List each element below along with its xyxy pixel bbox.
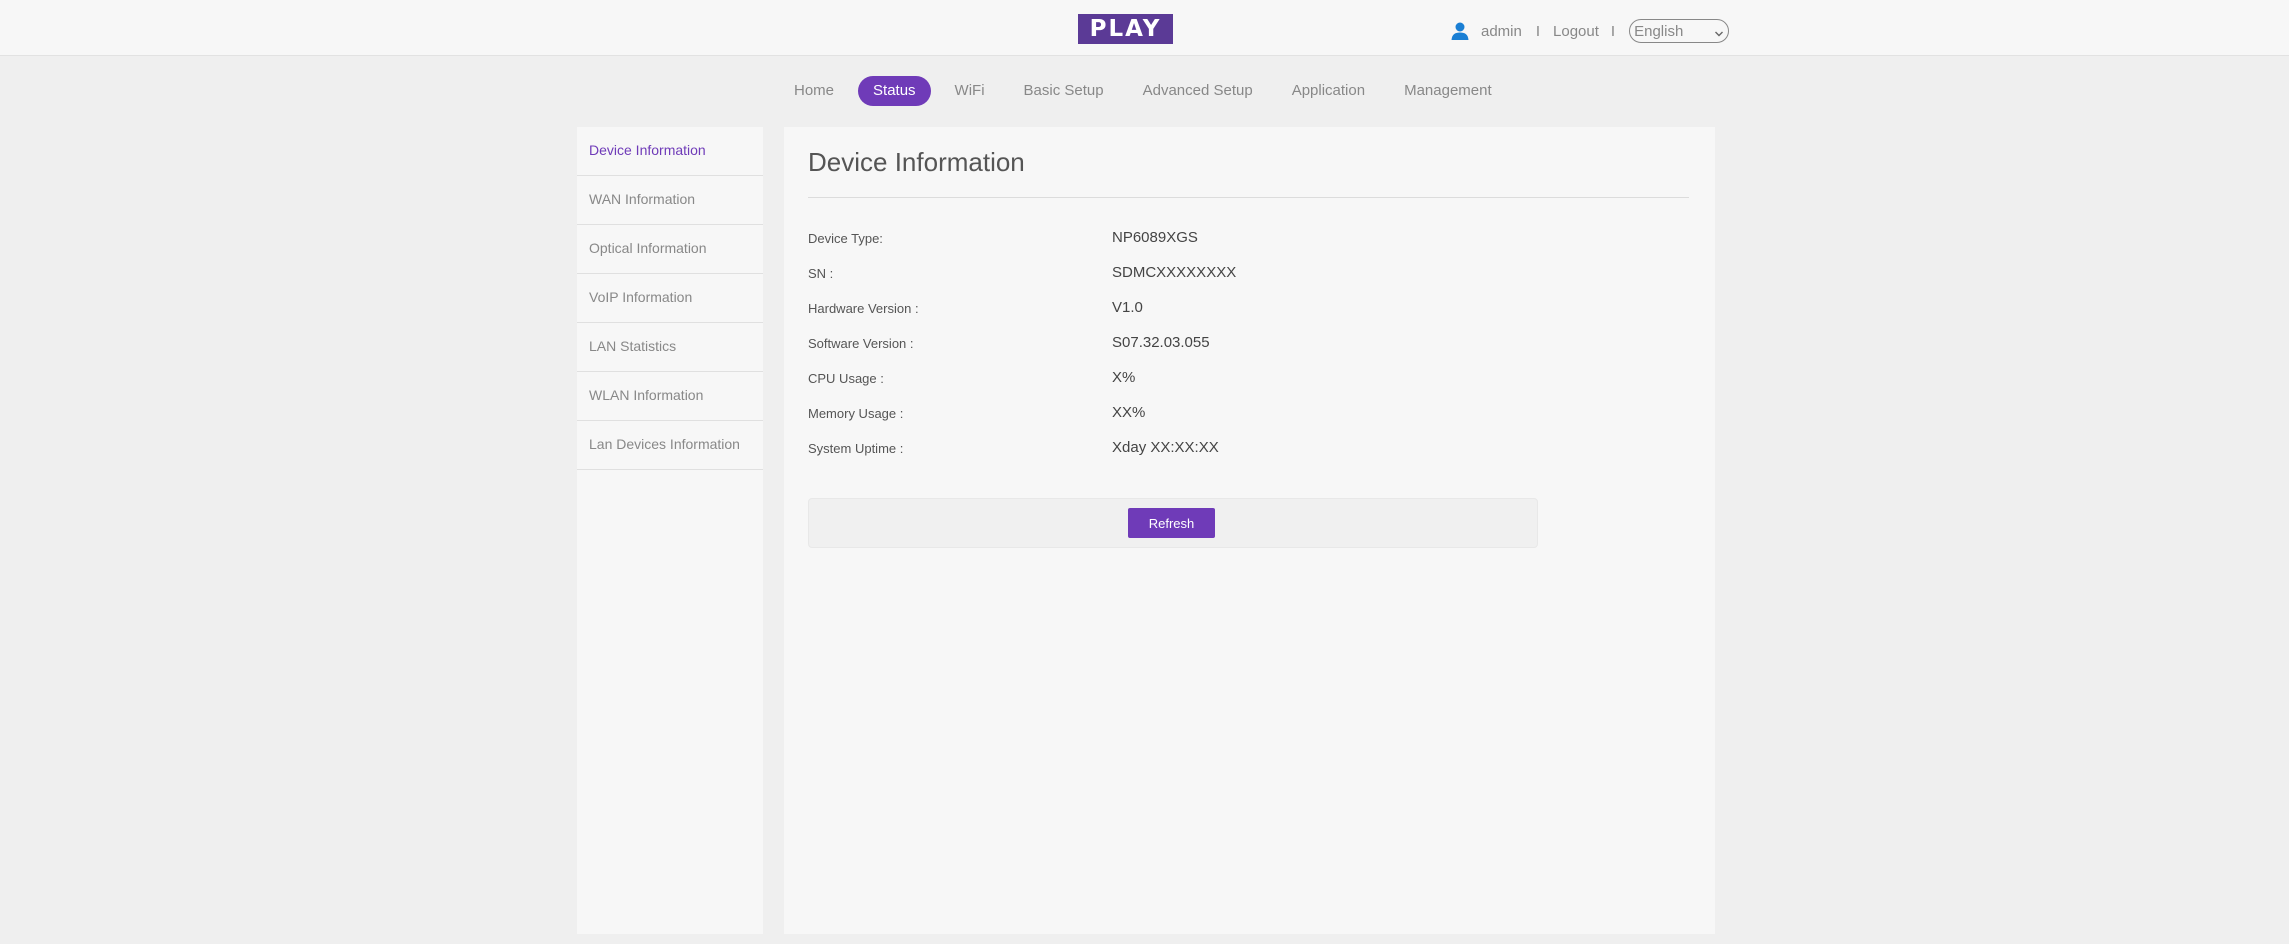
info-value: NP6089XGS <box>1112 229 1198 246</box>
chevron-down-icon <box>1714 26 1724 37</box>
info-label: Hardware Version : <box>808 301 919 316</box>
username-label: admin <box>1481 22 1522 40</box>
tab-wifi[interactable]: WiFi <box>940 76 1000 106</box>
info-label: Memory Usage : <box>808 406 904 421</box>
info-label: Software Version : <box>808 336 914 351</box>
info-label: CPU Usage : <box>808 371 884 386</box>
button-bar: Refresh <box>808 498 1538 548</box>
info-value: XX% <box>1112 404 1146 421</box>
refresh-button[interactable]: Refresh <box>1128 508 1215 538</box>
info-label: SN : <box>808 266 834 281</box>
info-row-device-type: Device Type: NP6089XGS <box>808 227 1508 251</box>
tab-status[interactable]: Status <box>858 76 931 106</box>
play-logo[interactable]: PLAY <box>1078 14 1173 44</box>
page-title: Device Information <box>808 147 1025 177</box>
content-panel: Device Information Device Type: NP6089XG… <box>784 127 1715 934</box>
sidebar: Device Information WAN Information Optic… <box>577 127 763 934</box>
tab-management[interactable]: Management <box>1389 76 1507 106</box>
language-select[interactable]: English <box>1629 19 1730 43</box>
tab-basic-setup[interactable]: Basic Setup <box>1009 76 1119 106</box>
header-separator: I <box>1610 22 1616 40</box>
info-row-system-uptime: System Uptime : Xday XX:XX:XX <box>808 437 1508 461</box>
top-header: PLAY admin I Logout I English <box>0 0 2289 56</box>
info-value: S07.32.03.055 <box>1112 334 1210 351</box>
tab-home[interactable]: Home <box>779 76 849 106</box>
info-row-sn: SN : SDMCXXXXXXXX <box>808 262 1508 286</box>
tab-application[interactable]: Application <box>1277 76 1380 106</box>
sidebar-item-lan-devices-information[interactable]: Lan Devices Information <box>577 421 763 470</box>
info-row-cpu-usage: CPU Usage : X% <box>808 367 1508 391</box>
info-row-memory-usage: Memory Usage : XX% <box>808 402 1508 426</box>
info-label: System Uptime : <box>808 441 904 456</box>
info-value: Xday XX:XX:XX <box>1112 439 1219 456</box>
sidebar-item-wlan-information[interactable]: WLAN Information <box>577 372 763 421</box>
info-row-hardware-version: Hardware Version : V1.0 <box>808 297 1508 321</box>
info-row-software-version: Software Version : S07.32.03.055 <box>808 332 1508 356</box>
sidebar-item-voip-information[interactable]: VoIP Information <box>577 274 763 323</box>
header-separator: I <box>1535 22 1541 40</box>
user-area: admin I Logout I English <box>1450 18 1730 44</box>
sidebar-item-optical-information[interactable]: Optical Information <box>577 225 763 274</box>
language-value: English <box>1634 22 1684 40</box>
user-icon <box>1450 21 1470 41</box>
info-label: Device Type: <box>808 231 883 246</box>
main-nav: Home Status WiFi Basic Setup Advanced Se… <box>779 76 1516 106</box>
info-value: SDMCXXXXXXXX <box>1112 264 1237 281</box>
logout-link[interactable]: Logout <box>1553 23 1599 40</box>
info-value: V1.0 <box>1112 299 1143 316</box>
tab-advanced-setup[interactable]: Advanced Setup <box>1128 76 1268 106</box>
info-value: X% <box>1112 369 1136 386</box>
sidebar-item-device-information[interactable]: Device Information <box>577 127 763 176</box>
sidebar-item-lan-statistics[interactable]: LAN Statistics <box>577 323 763 372</box>
sidebar-item-wan-information[interactable]: WAN Information <box>577 176 763 225</box>
title-divider <box>808 197 1689 198</box>
